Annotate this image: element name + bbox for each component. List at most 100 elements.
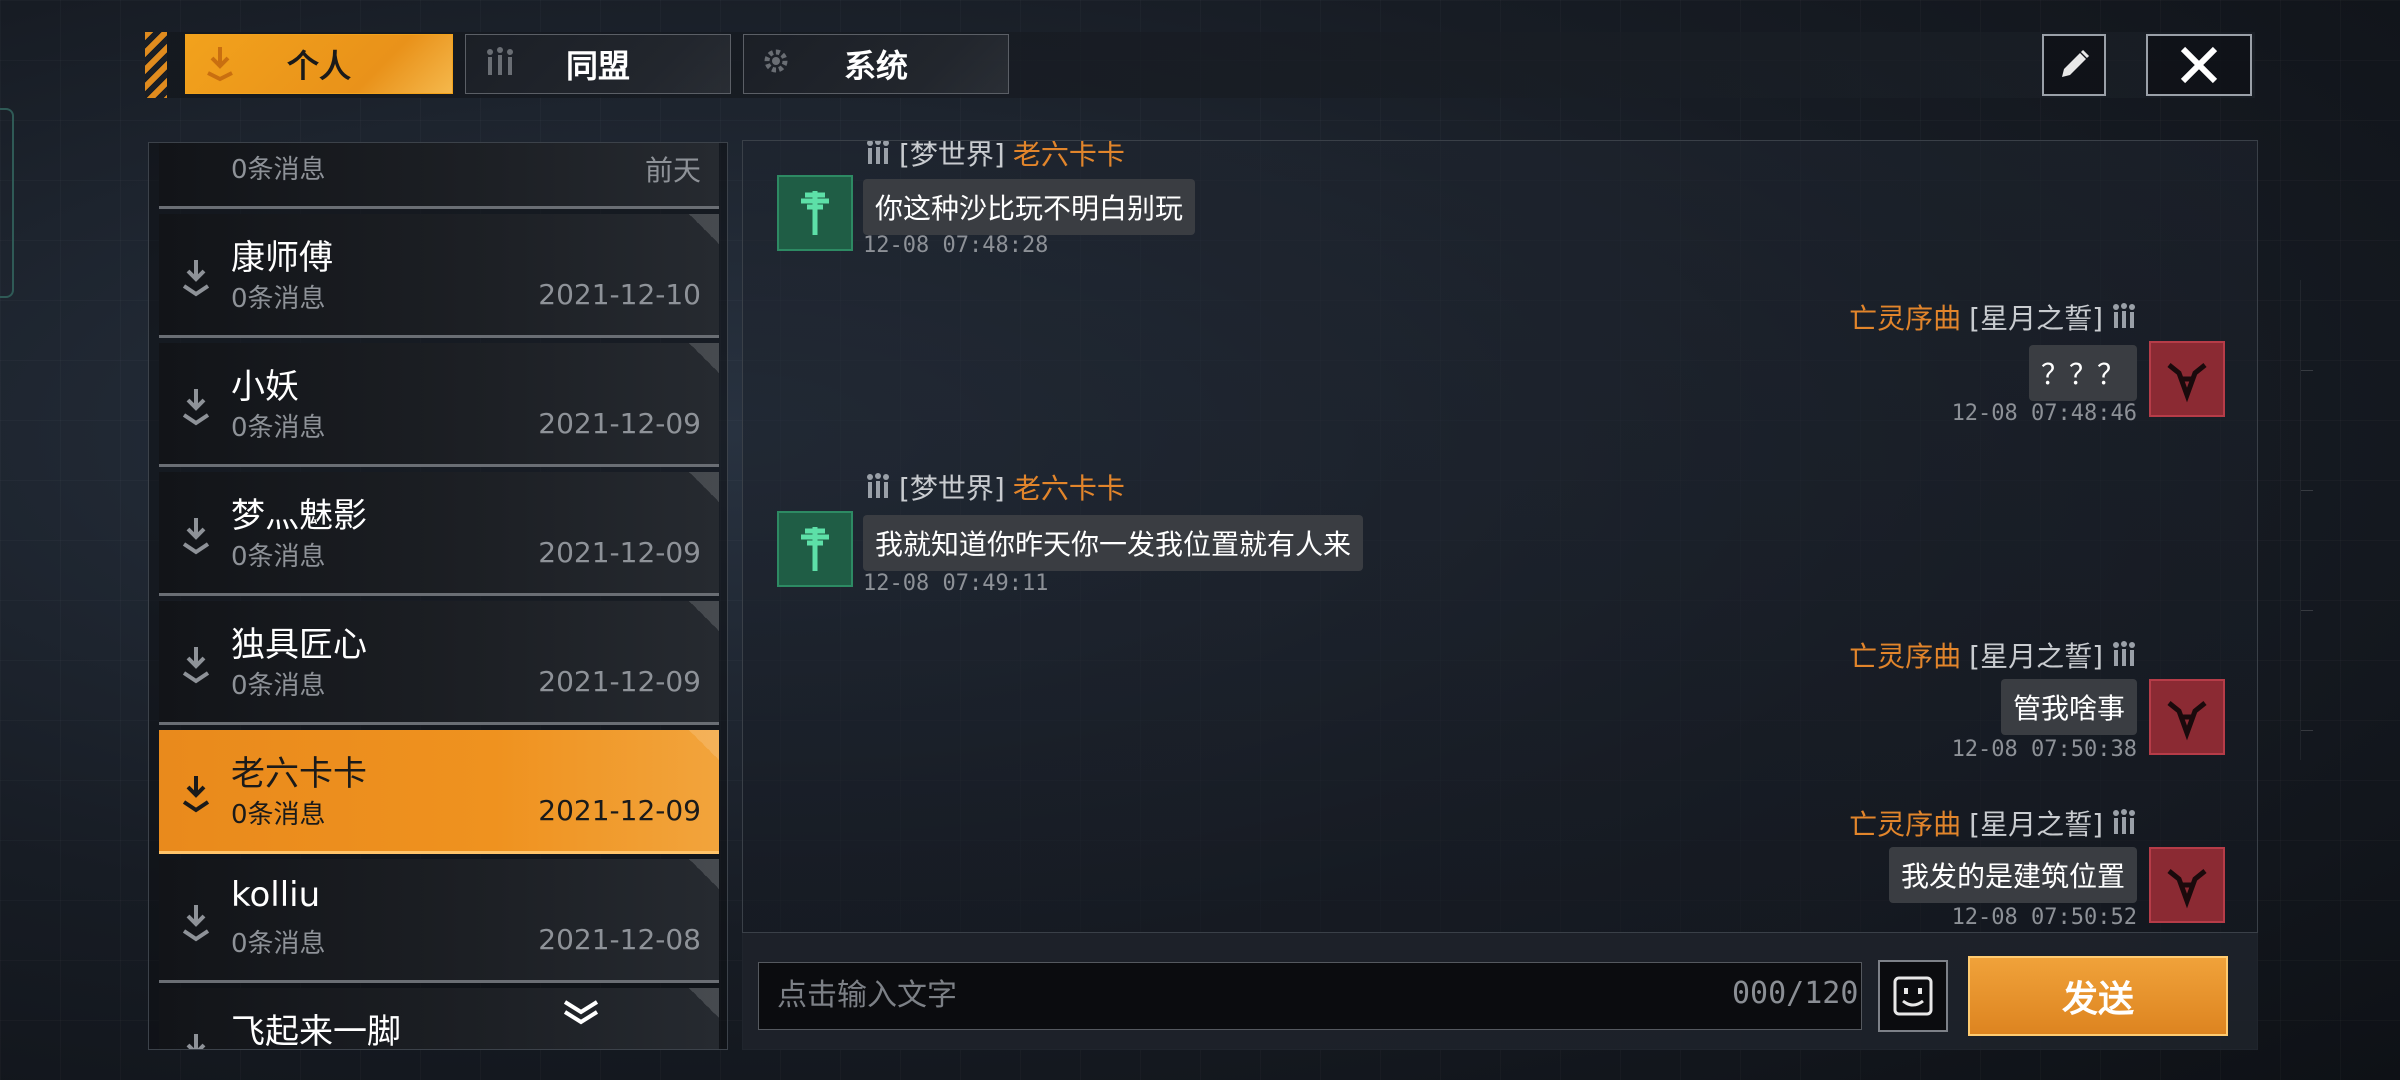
contact-item[interactable]: 0条消息 前天: [159, 143, 719, 209]
contact-name: 小妖: [231, 367, 299, 407]
download-arrow-icon: [182, 905, 210, 942]
tab-alliance-label: 同盟: [565, 47, 630, 85]
contact-message-count: 0条消息: [231, 155, 326, 185]
contact-name: 飞起来一脚: [231, 1012, 401, 1050]
download-arrow-icon: [182, 647, 210, 684]
download-arrow-icon: [182, 389, 210, 426]
contact-message-count: 0条消息: [231, 413, 326, 443]
tab-alliance[interactable]: 同盟: [465, 34, 731, 94]
gear-icon: [764, 49, 788, 73]
contact-name: 康师傅: [231, 238, 333, 278]
side-bracket: [0, 108, 14, 298]
contact-date: 2021-12-09: [538, 407, 701, 440]
avatar[interactable]: [2149, 847, 2225, 923]
avatar[interactable]: [2149, 341, 2225, 417]
contact-message-count: 0条消息: [231, 284, 326, 314]
message-sender: [梦世界] 老六卡卡: [865, 467, 1125, 507]
close-button[interactable]: [2146, 34, 2252, 96]
download-arrow-icon: [186, 1034, 206, 1049]
message-sender: 亡灵序曲 [星月之誓]: [1849, 803, 2137, 843]
contact-message-count: 0条消息: [231, 929, 326, 959]
emoji-button[interactable]: [1878, 960, 1948, 1032]
sender-name: 老六卡卡: [1012, 472, 1125, 505]
contact-item[interactable]: 康师傅 0条消息 2021-12-10: [159, 214, 719, 338]
pencil-icon: [2062, 49, 2090, 77]
alliance-icon: [487, 47, 513, 75]
contact-item[interactable]: kolliu 0条消息 2021-12-08: [159, 859, 719, 983]
bull-emblem-icon: [2167, 363, 2207, 403]
avatar[interactable]: [777, 511, 853, 587]
download-arrow-icon: [182, 776, 210, 813]
contact-date: 2021-12-09: [538, 536, 701, 569]
contact-message-count: 0条消息: [231, 800, 326, 830]
tab-personal-label: 个人: [286, 47, 351, 85]
contact-list[interactable]: 0条消息 前天 康师傅 0条消息 2021-12-10 小妖 0条消息 2021…: [148, 142, 728, 1050]
tab-bar-stripe: [145, 32, 167, 98]
tab-personal[interactable]: 个人: [185, 34, 453, 94]
contact-name: 老六卡卡: [231, 754, 367, 794]
decorative-ruler: [2300, 280, 2360, 760]
tab-system[interactable]: 系统: [743, 34, 1009, 94]
contact-name: 梦灬魅影: [231, 496, 367, 536]
message-sender: [梦世界] 老六卡卡: [865, 140, 1125, 173]
contact-date: 2021-12-10: [538, 278, 701, 311]
contact-message-count: 0条消息: [231, 671, 326, 701]
message-timestamp: 12-08 07:48:28: [863, 233, 1049, 258]
sender-name: 亡灵序曲: [1849, 808, 1962, 841]
download-arrow-icon: [182, 518, 210, 555]
contact-item-selected[interactable]: 老六卡卡 0条消息 2021-12-09: [159, 730, 719, 854]
contact-item[interactable]: 小妖 0条消息 2021-12-09: [159, 343, 719, 467]
avatar[interactable]: [777, 175, 853, 251]
contact-item[interactable]: 飞起来一脚: [159, 988, 719, 1050]
message-timestamp: 12-08 07:48:46: [1951, 401, 2137, 426]
sender-group: [梦世界]: [899, 140, 1005, 171]
edit-button[interactable]: [2042, 34, 2106, 96]
guild-emblem-icon: [801, 191, 829, 235]
sender-name: 老六卡卡: [1012, 140, 1125, 171]
contact-message-count: 0条消息: [231, 542, 326, 572]
alliance-icon: [867, 473, 889, 498]
message-bubble: 管我啥事: [2000, 679, 2137, 735]
send-button[interactable]: 发送: [1968, 956, 2228, 1036]
contact-item[interactable]: 独具匠心 0条消息 2021-12-09: [159, 601, 719, 725]
avatar[interactable]: [2149, 679, 2225, 755]
contact-date: 2021-12-09: [538, 794, 701, 827]
double-chevron-down-icon[interactable]: [559, 998, 603, 1028]
sender-name: 亡灵序曲: [1849, 640, 1962, 673]
sender-group: [梦世界]: [899, 472, 1005, 505]
contact-date: 2021-12-08: [538, 923, 701, 956]
message-bubble: 你这种沙比玩不明白别玩: [863, 179, 1196, 235]
top-tab-bar: [145, 32, 2255, 98]
alliance-icon: [867, 141, 889, 164]
sender-group: [星月之誓]: [1969, 808, 2103, 841]
bull-emblem-icon: [2167, 701, 2207, 741]
close-icon: [2180, 46, 2218, 84]
message-timestamp: 12-08 07:50:38: [1951, 737, 2137, 762]
smiley-icon: [1893, 976, 1933, 1016]
message-bubble: 我发的是建筑位置: [1888, 847, 2137, 903]
contact-name: kolliu: [231, 875, 321, 915]
char-counter: 000/120: [1732, 976, 1859, 1011]
download-arrow-icon: [182, 260, 210, 297]
message-bubble: ？？？: [2028, 345, 2137, 401]
message-timestamp: 12-08 07:49:11: [863, 571, 1049, 596]
message-bubble: 我就知道你昨天你一发我位置就有人来: [863, 515, 1364, 571]
sender-group: [星月之誓]: [1969, 640, 2103, 673]
message-input[interactable]: [758, 962, 1862, 1030]
sender-name: 亡灵序曲: [1849, 302, 1962, 335]
alliance-icon: [2113, 809, 2135, 834]
guild-emblem-icon: [801, 527, 829, 571]
contact-date: 2021-12-09: [538, 665, 701, 698]
message-sender: 亡灵序曲 [星月之誓]: [1849, 635, 2137, 675]
message-sender: 亡灵序曲 [星月之誓]: [1849, 297, 2137, 337]
message-timestamp: 12-08 07:50:52: [1951, 905, 2137, 930]
tab-system-label: 系统: [843, 47, 908, 85]
sender-group: [星月之誓]: [1969, 302, 2103, 335]
alliance-icon: [2113, 303, 2135, 328]
alliance-icon: [2113, 641, 2135, 666]
contact-name: 独具匠心: [231, 625, 367, 665]
download-arrow-icon: [207, 47, 233, 82]
chat-panel[interactable]: [梦世界] 老六卡卡 你这种沙比玩不明白别玩 12-08 07:48:28 亡灵…: [742, 140, 2258, 1050]
bull-emblem-icon: [2167, 869, 2207, 909]
contact-item[interactable]: 梦灬魅影 0条消息 2021-12-09: [159, 472, 719, 596]
